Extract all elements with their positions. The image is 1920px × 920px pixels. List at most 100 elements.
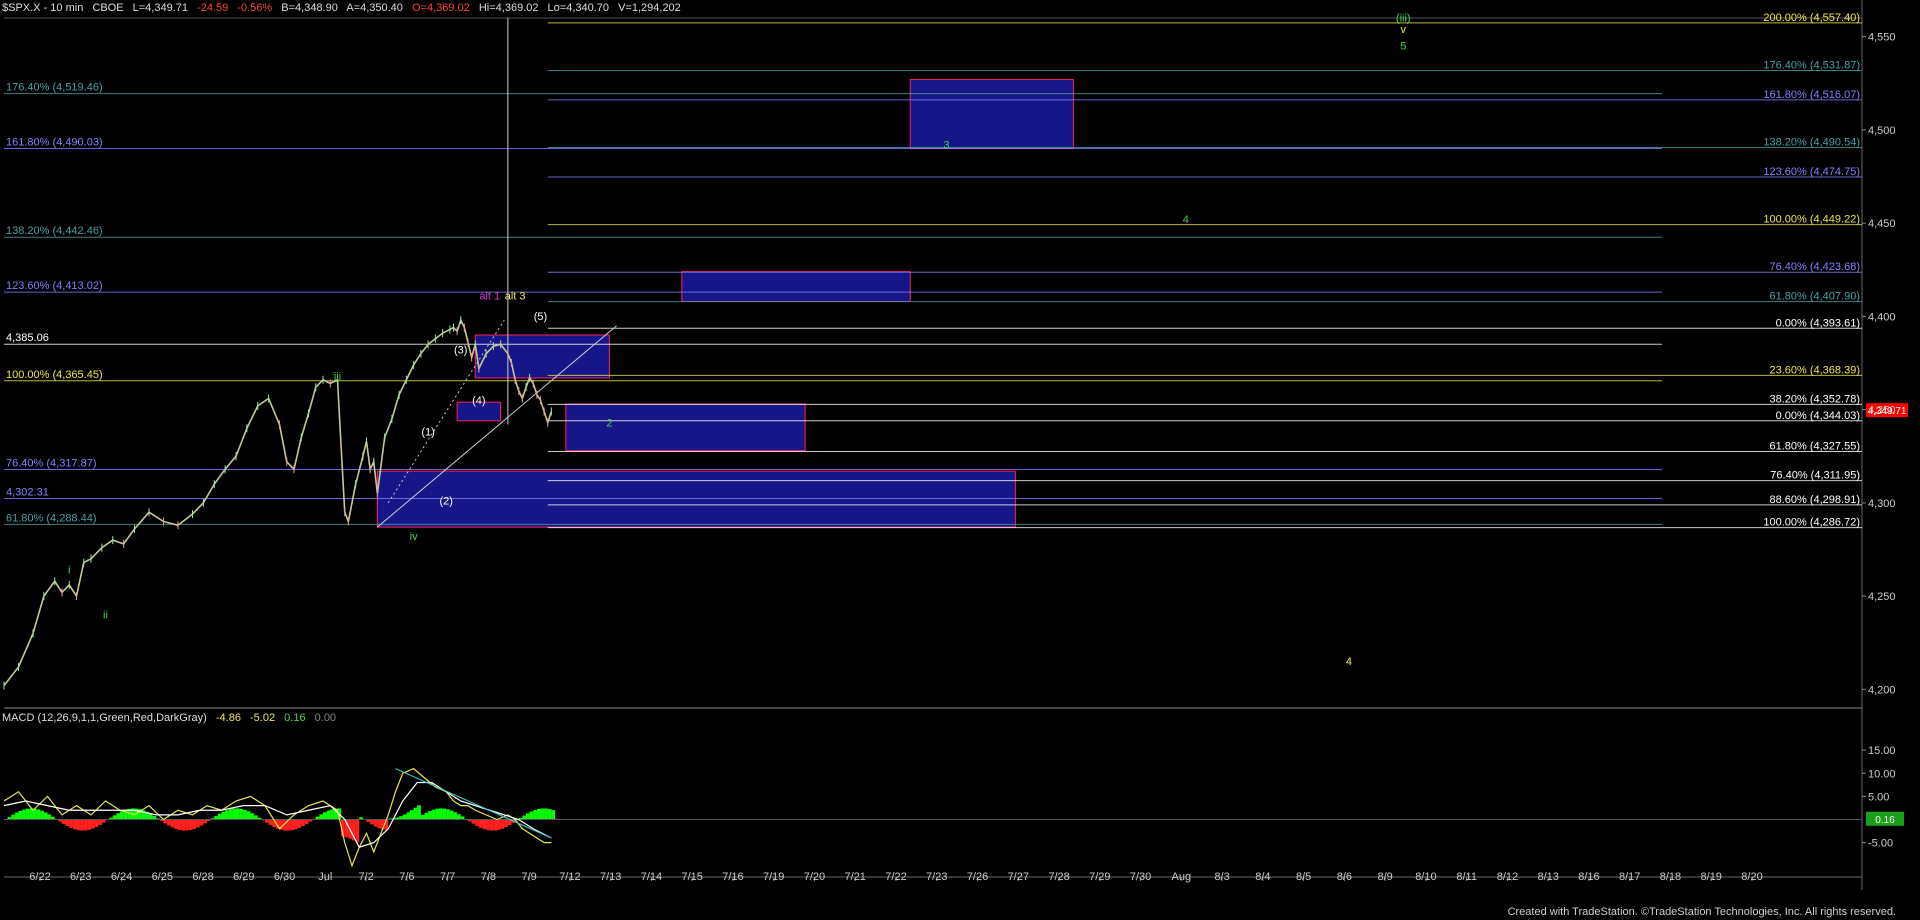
fib-level-label-5: 100.00% (4,449.22) — [1763, 214, 1860, 226]
macd-hist-bar-54 — [199, 819, 204, 826]
fib-level-label-9: 23.60% (4,368.39) — [1769, 364, 1860, 376]
wave-label-1: v — [1401, 24, 1407, 36]
macd-hist-bar-4 — [18, 810, 23, 820]
macd-hist-bar-22 — [83, 819, 88, 831]
date-label-17: 7/16 — [722, 871, 743, 883]
fib-level-label-11: 0.00% (4,344.03) — [1776, 410, 1860, 422]
macd-header: MACD (12,26,9,1,1,Green,Red,DarkGray) -4… — [2, 712, 342, 724]
y-tick-label-2: 4,450 — [1868, 218, 1896, 230]
macd-hist-bar-19 — [72, 819, 77, 830]
macd-hist-bar-150 — [547, 809, 552, 820]
macd-hist-bar-129 — [471, 819, 476, 824]
macd-hist-bar-25 — [94, 819, 99, 827]
macd-hist-bar-20 — [76, 819, 81, 831]
macd-hist-bar-111 — [406, 812, 410, 820]
macd-hist-bar-46 — [170, 819, 175, 828]
macd-hist-bar-45 — [167, 819, 171, 826]
fib-level-label-13: 76.40% (4,311.95) — [1770, 470, 1860, 482]
macd-hist-bar-40 — [149, 813, 153, 820]
macd-hist-bar-66 — [243, 809, 247, 820]
macd-hist-bar-82 — [301, 819, 305, 827]
y-tick-label-0: 4,550 — [1868, 32, 1896, 44]
macd-hist-bar-121 — [442, 808, 447, 820]
fib-level-label-7: 61.80% (4,407.90) — [1769, 291, 1860, 303]
wave-label-15: i — [68, 565, 70, 577]
date-label-3: 6/25 — [152, 871, 173, 883]
macd-hist-bar-113 — [413, 807, 418, 820]
macd-diff-value: 0.16 — [284, 712, 306, 724]
macd-hist-bar-51 — [188, 819, 193, 830]
fib-level-label-3: 138.20% (4,490.54) — [1763, 137, 1860, 149]
wave-label-4: 4 — [1183, 214, 1189, 226]
date-label-19: 7/20 — [804, 871, 825, 883]
date-label-4: 6/28 — [192, 871, 213, 883]
fib-level-label-22: 76.40% (4,317.87) — [6, 458, 97, 470]
macd-hist-bar-11 — [43, 812, 48, 820]
fib-level-label-21: 100.00% (4,365.45) — [6, 369, 103, 381]
macd-hist-bar-24 — [91, 819, 95, 829]
exchange-label: CBOE — [92, 2, 124, 14]
macd-hist-bar-143 — [522, 815, 526, 820]
date-label-14: 7/13 — [600, 871, 621, 883]
macd-zero-value: 0.00 — [314, 712, 337, 724]
macd-hist-bar-3 — [14, 812, 19, 820]
y-tick-label-6: 4,250 — [1868, 591, 1896, 603]
fib-level-label-1: 176.40% (4,531.87) — [1763, 59, 1860, 71]
wave-label-11: (2) — [440, 496, 453, 508]
macd-hist-bar-2 — [11, 814, 15, 820]
macd-hist-bar-116 — [424, 812, 429, 820]
fib-level-label-24: 61.80% (4,288.44) — [6, 512, 97, 524]
macd-hist-bar-101 — [370, 819, 374, 825]
macd-hist-bar-123 — [449, 810, 454, 820]
macd-hist-bar-55 — [203, 819, 207, 824]
macd-hist-bar-49 — [181, 819, 186, 831]
open-price: O=4,369.02 — [411, 2, 470, 14]
date-label-5: 6/29 — [233, 871, 254, 883]
macd-hist-bar-10 — [40, 810, 44, 820]
bid-price: B=4,348.90 — [281, 2, 338, 14]
date-label-9: 7/6 — [399, 871, 414, 883]
fib-level-label-12: 61.80% (4,327.55) — [1769, 440, 1860, 452]
wave-label-10: (1) — [421, 427, 434, 439]
wave-label-6: alt 3 — [505, 291, 526, 303]
date-label-34: 8/10 — [1415, 871, 1436, 883]
y-tick-label-5: 4,300 — [1868, 498, 1896, 510]
date-label-42: 8/20 — [1741, 871, 1762, 883]
net-change: -24.59 — [197, 2, 229, 14]
macd-hist-bar-47 — [174, 819, 178, 829]
date-label-33: 8/9 — [1377, 871, 1392, 883]
macd-hist-bar-16 — [62, 819, 66, 824]
wave-label-5: alt 1 — [479, 291, 500, 303]
wave-label-12: 2 — [606, 417, 612, 429]
price-chart[interactable]: 200.00% (4,557.40) 176.40% (4,531.87) 161.… — [0, 0, 1920, 920]
macd-hist-bar-41 — [152, 816, 157, 820]
macd-hist-bar-44 — [163, 819, 168, 824]
date-label-2: 6/24 — [111, 871, 132, 883]
fib-level-label-15: 100.00% (4,286.72) — [1763, 517, 1860, 529]
fib-level-label-19: 123.60% (4,413.02) — [6, 280, 103, 292]
macd-hist-bar-9 — [36, 809, 41, 820]
macd-hist-bar-64 — [236, 808, 240, 820]
macd-hist-bar-53 — [196, 819, 200, 828]
chart-header: $SPX.X - 10 min CBOE L=4,349.71 -24.59 -… — [2, 2, 687, 18]
macd-hist-bar-131 — [478, 819, 483, 828]
date-label-21: 7/22 — [885, 871, 906, 883]
macd-value: -4.86 — [215, 712, 241, 724]
macd-hist-bar-6 — [25, 808, 30, 820]
macd-hist-bar-133 — [486, 819, 490, 831]
macd-hist-bar-110 — [402, 814, 407, 820]
macd-hist-bar-67 — [246, 811, 251, 820]
macd-hist-bar-79 — [290, 819, 294, 831]
date-label-15: 7/14 — [641, 871, 662, 883]
fib-level-label-10: 38.20% (4,352.78) — [1769, 393, 1860, 405]
macd-hist-bar-32 — [120, 811, 124, 820]
date-label-40: 8/18 — [1660, 871, 1681, 883]
date-label-35: 8/11 — [1456, 871, 1477, 883]
fib-level-label-14: 88.60% (4,298.91) — [1769, 494, 1860, 506]
y-tick-label-7: 4,200 — [1868, 684, 1896, 696]
macd-hist-bar-135 — [493, 819, 497, 831]
macd-hist-bar-30 — [112, 815, 117, 820]
macd-hist-bar-125 — [457, 814, 461, 820]
date-label-22: 7/23 — [926, 871, 947, 883]
macd-hist-bar-122 — [446, 809, 450, 820]
